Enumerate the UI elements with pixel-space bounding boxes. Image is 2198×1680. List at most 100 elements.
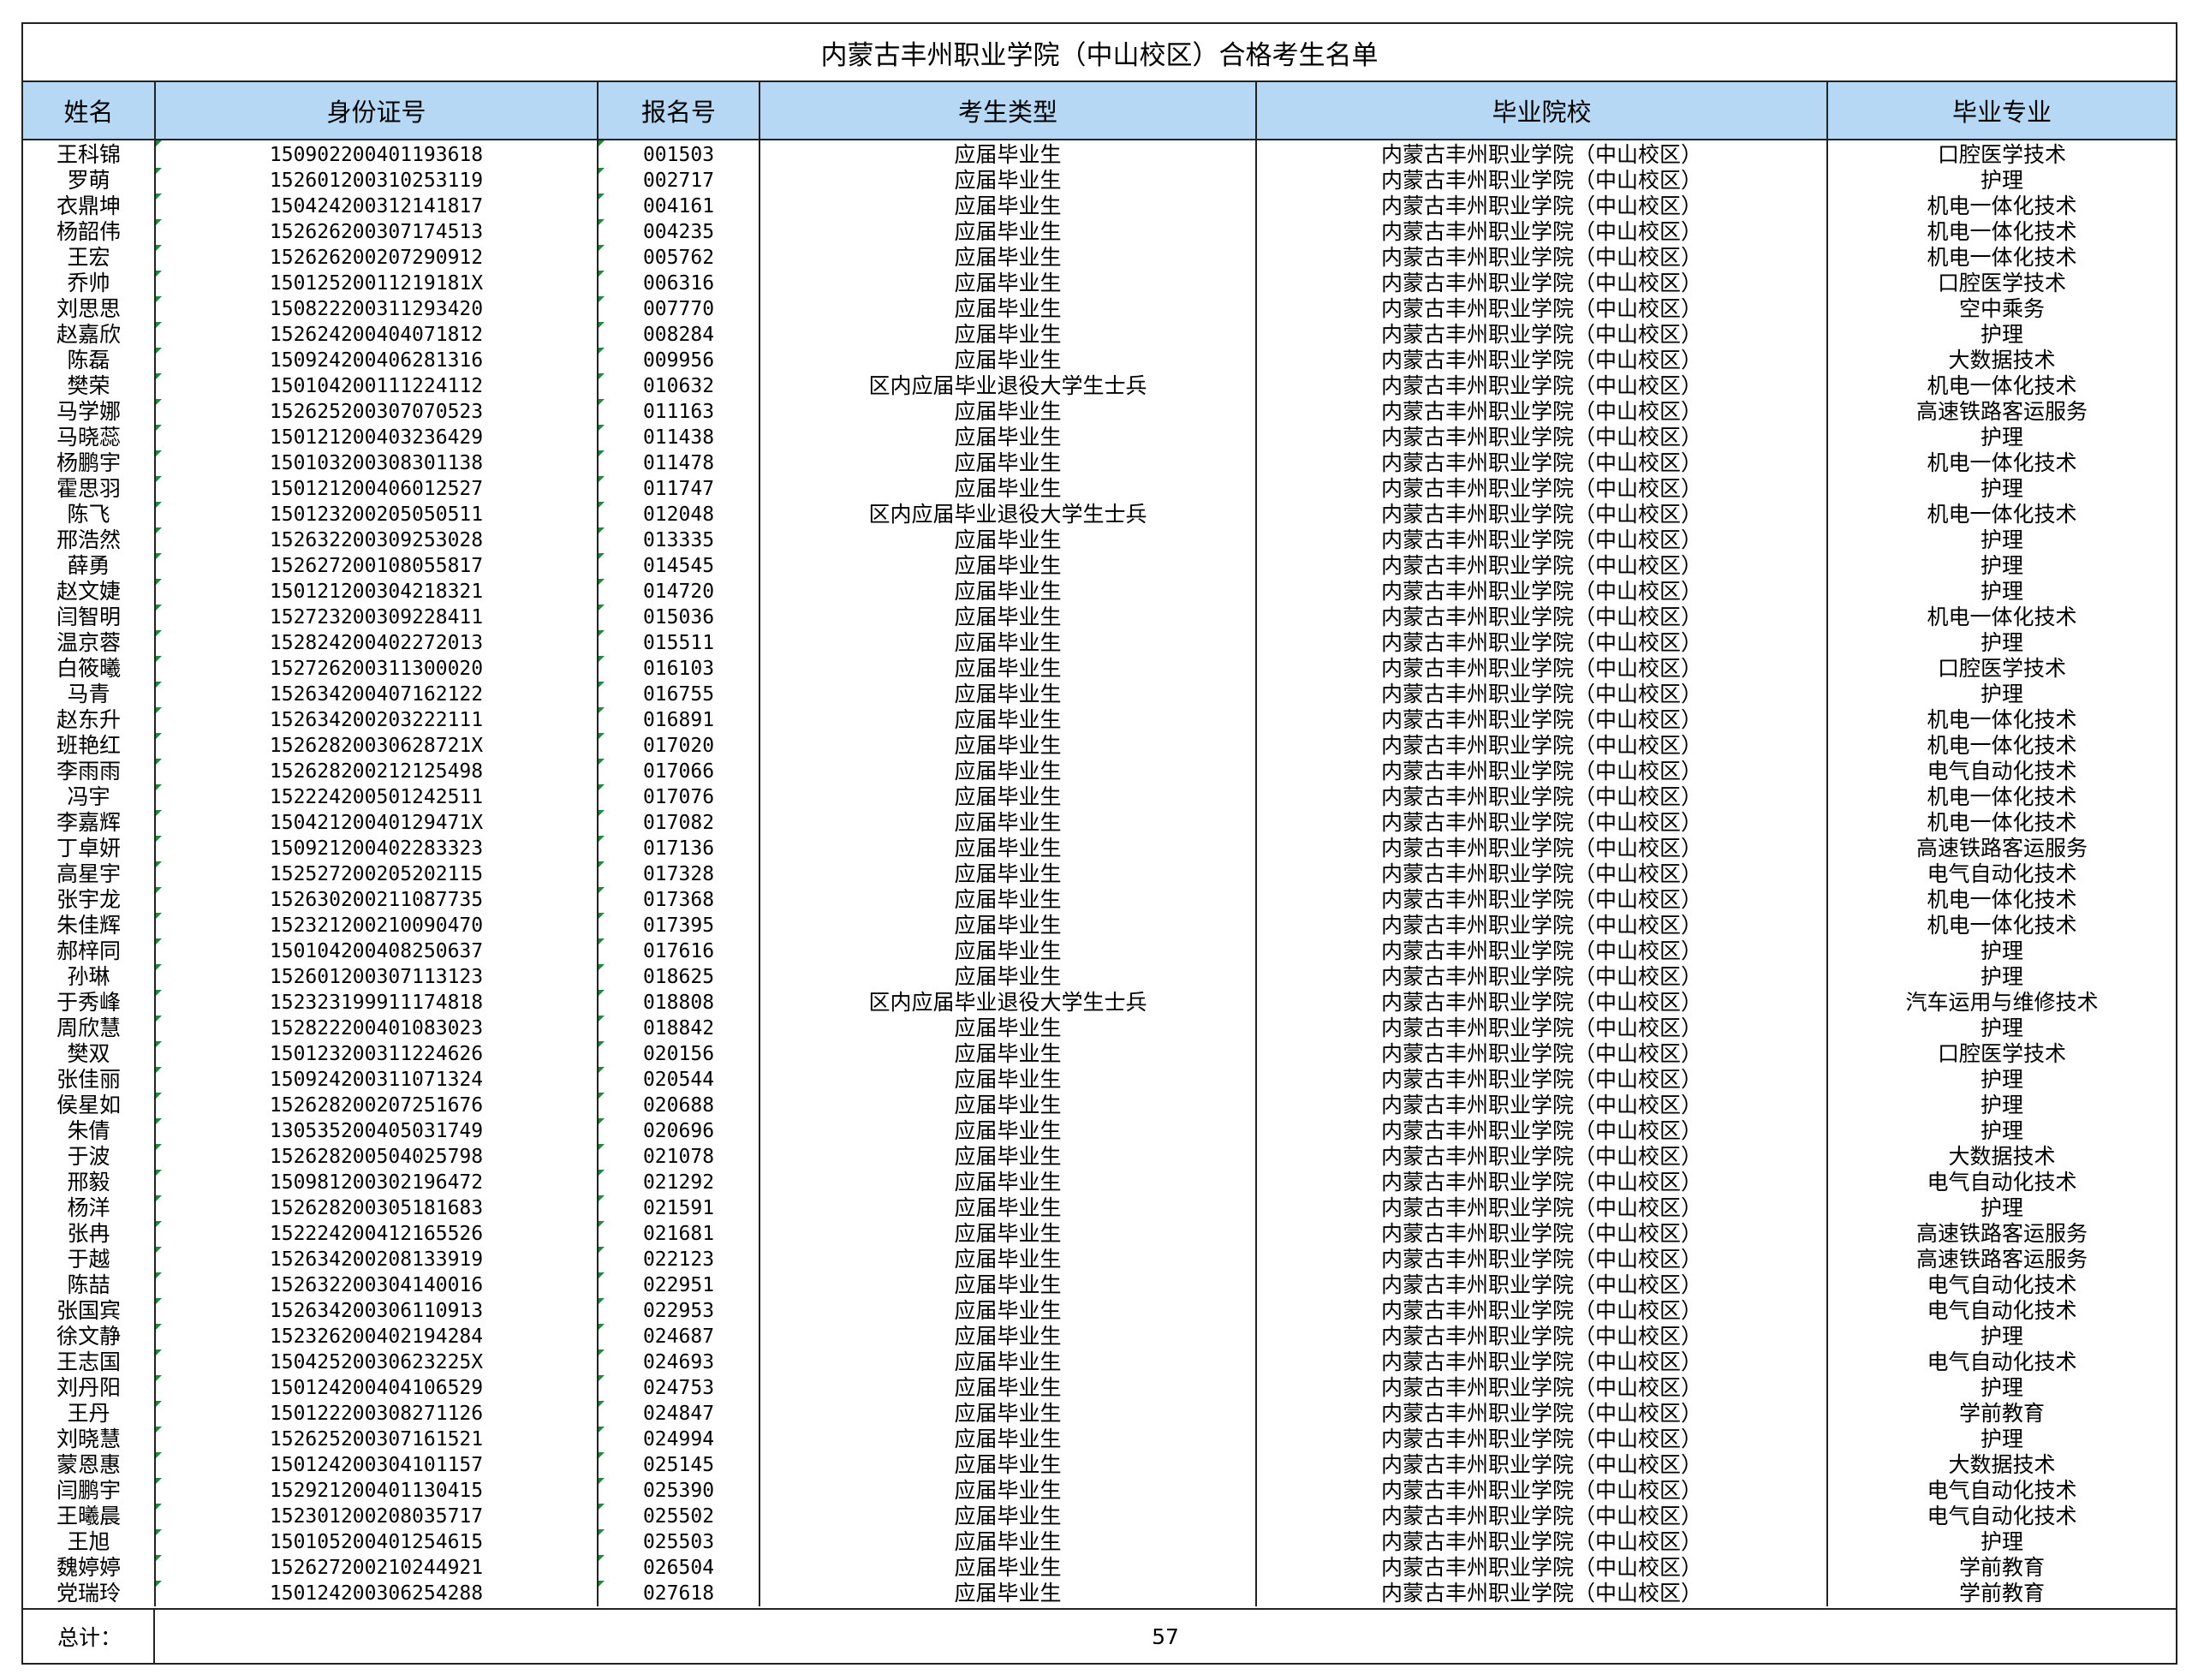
cell-registration-number: 002717	[598, 168, 760, 194]
cell-school: 内蒙古丰州职业学院（中山校区）	[1256, 784, 1828, 810]
cell-name: 丁卓妍	[23, 836, 156, 861]
cell-school: 内蒙古丰州职业学院（中山校区）	[1256, 733, 1828, 759]
cell-name: 李雨雨	[23, 759, 156, 784]
cell-candidate-type: 应届毕业生	[759, 140, 1257, 168]
table-row: 王志国 15042520030623225X 024693 应届毕业生 内蒙古丰州职业学…	[23, 1349, 2176, 1375]
cell-major: 电气自动化技术	[1927, 1298, 2077, 1323]
cell-major: 机电一体化技术	[1927, 245, 2077, 270]
table-row: 丁卓妍 150921200402283323 017136 应届毕业生 内蒙古丰州职业学…	[23, 836, 2176, 861]
cell-school: 内蒙古丰州职业学院（中山校区）	[1256, 1298, 1828, 1324]
table-row: 魏婷婷 152627200210244921 026504 应届毕业生 内蒙古丰州职业学…	[23, 1555, 2176, 1581]
cell-name: 周欣慧	[23, 1016, 156, 1041]
cell-id-number: 152628200305181683	[155, 1195, 599, 1221]
cell-name: 马晓蕊	[23, 425, 156, 450]
cell-school: 内蒙古丰州职业学院（中山校区）	[1256, 887, 1828, 913]
cell-school: 内蒙古丰州职业学院（中山校区）	[1256, 836, 1828, 861]
cell-id-number: 152632200304140016	[155, 1272, 599, 1298]
cell-candidate-type: 应届毕业生	[759, 527, 1257, 553]
cell-registration-number: 017136	[598, 836, 760, 861]
table-row: 侯星如 152628200207251676 020688 应届毕业生 内蒙古丰州职业学…	[23, 1093, 2176, 1118]
cell-major: 护理	[1980, 1195, 2023, 1220]
column-header-id-number: 身份证号	[155, 82, 599, 140]
cell-candidate-type: 应届毕业生	[759, 1016, 1257, 1041]
cell-school: 内蒙古丰州职业学院（中山校区）	[1256, 1067, 1828, 1093]
table-row: 王科锦 150902200401193618 001503 应届毕业生 内蒙古丰州职业学…	[23, 140, 2176, 168]
cell-school: 内蒙古丰州职业学院（中山校区）	[1256, 1349, 1828, 1375]
cell-id-number: 152601200310253119	[155, 168, 599, 194]
cell-id-number: 150924200311071324	[155, 1067, 599, 1093]
cell-registration-number: 024687	[598, 1324, 760, 1349]
cell-registration-number: 014545	[598, 553, 760, 579]
cell-major: 机电一体化技术	[1927, 450, 2077, 475]
cell-major: 电气自动化技术	[1927, 1478, 2077, 1503]
cell-id-number: 152224200501242511	[155, 784, 599, 810]
cell-school: 内蒙古丰州职业学院（中山校区）	[1256, 1016, 1828, 1041]
cell-id-number: 150124200306254288	[155, 1581, 599, 1606]
cell-name: 刘晓慧	[23, 1427, 156, 1452]
table-row: 罗萌 152601200310253119 002717 应届毕业生 内蒙古丰州职业学院…	[23, 168, 2176, 194]
table-row: 冯宇 152224200501242511 017076 应届毕业生 内蒙古丰州职业学院…	[23, 784, 2176, 810]
cell-major: 机电一体化技术	[1927, 733, 2077, 758]
table-row: 党瑞玲 150124200306254288 027618 应届毕业生 内蒙古丰州职业学…	[23, 1581, 2176, 1606]
cell-registration-number: 012048	[598, 502, 760, 527]
cell-registration-number: 021078	[598, 1144, 760, 1170]
cell-school: 内蒙古丰州职业学院（中山校区）	[1256, 1144, 1828, 1170]
table-row: 孙琳 152601200307113123 018625 应届毕业生 内蒙古丰州职业学院…	[23, 964, 2176, 990]
cell-name: 刘思思	[23, 296, 156, 322]
cell-name: 罗萌	[23, 168, 156, 194]
cell-candidate-type: 应届毕业生	[759, 836, 1257, 861]
cell-name: 闫鹏宇	[23, 1478, 156, 1504]
cell-registration-number: 021292	[598, 1170, 760, 1195]
cell-name: 张宇龙	[23, 887, 156, 913]
cell-id-number: 152628200207251676	[155, 1093, 599, 1118]
cell-major: 护理	[1980, 938, 2023, 963]
cell-id-number: 152527200205202115	[155, 861, 599, 887]
table-row: 邢毅 150981200302196472 021292 应届毕业生 内蒙古丰州职业学院…	[23, 1170, 2176, 1195]
cell-id-number: 152626200307174513	[155, 219, 599, 245]
cell-registration-number: 024693	[598, 1349, 760, 1375]
cell-name: 冯宇	[23, 784, 156, 810]
cell-major: 电气自动化技术	[1927, 861, 2077, 886]
cell-registration-number: 016755	[598, 682, 760, 707]
cell-name: 高星宇	[23, 861, 156, 887]
cell-school: 内蒙古丰州职业学院（中山校区）	[1256, 707, 1828, 733]
cell-id-number: 150121200403236429	[155, 425, 599, 450]
cell-registration-number: 020696	[598, 1118, 760, 1144]
cell-id-number: 152824200402272013	[155, 630, 599, 656]
table-row: 乔帅 150125200112191​81X 006316 应届毕业生 内蒙古丰州职业学…	[23, 271, 2176, 296]
cell-candidate-type: 应届毕业生	[759, 476, 1257, 502]
column-header-name: 姓名	[23, 82, 156, 140]
table-row: 李嘉辉 15042120040129471X 017082 应届毕业生 内蒙古丰州职业学…	[23, 810, 2176, 836]
cell-major: 护理	[1980, 553, 2023, 578]
table-body: 王科锦 150902200401193618 001503 应届毕业生 内蒙古丰州职业学…	[23, 140, 2176, 1606]
cell-candidate-type: 应届毕业生	[759, 1041, 1257, 1067]
cell-id-number: 152601200307113123	[155, 964, 599, 990]
cell-school: 内蒙古丰州职业学院（中山校区）	[1256, 1272, 1828, 1298]
cell-candidate-type: 应届毕业生	[759, 1272, 1257, 1298]
cell-name: 王志国	[23, 1349, 156, 1375]
cell-candidate-type: 应届毕业生	[759, 245, 1257, 271]
cell-major: 护理	[1980, 527, 2023, 552]
cell-major: 机电一体化技术	[1927, 502, 2077, 527]
cell-candidate-type: 应届毕业生	[759, 707, 1257, 733]
cell-registration-number: 018842	[598, 1016, 760, 1041]
cell-candidate-type: 应届毕业生	[759, 219, 1257, 245]
cell-candidate-type: 应届毕业生	[759, 861, 1257, 887]
cell-name: 王曦晨	[23, 1504, 156, 1529]
cell-candidate-type: 应届毕业生	[759, 1427, 1257, 1452]
cell-major: 口腔医学技术	[1937, 271, 2066, 295]
cell-candidate-type: 应届毕业生	[759, 759, 1257, 784]
cell-name: 赵嘉欣	[23, 322, 156, 348]
cell-name: 白筱曦	[23, 656, 156, 682]
cell-name: 于波	[23, 1144, 156, 1170]
cell-candidate-type: 应届毕业生	[759, 1375, 1257, 1401]
table-row: 闫智明 152723200309228411 015036 应届毕业生 内蒙古丰州职业学…	[23, 605, 2176, 630]
cell-id-number: 152634200306110913	[155, 1298, 599, 1324]
cell-id-number: 152323199911174818	[155, 990, 599, 1016]
cell-school: 内蒙古丰州职业学院（中山校区）	[1256, 1452, 1828, 1478]
cell-school: 内蒙古丰州职业学院（中山校区）	[1256, 348, 1828, 373]
cell-name: 杨韶伟	[23, 219, 156, 245]
cell-major: 护理	[1980, 682, 2023, 706]
table-row: 刘丹阳 150124200404106529 024753 应届毕业生 内蒙古丰州职业学…	[23, 1375, 2176, 1401]
cell-candidate-type: 应届毕业生	[759, 1452, 1257, 1478]
